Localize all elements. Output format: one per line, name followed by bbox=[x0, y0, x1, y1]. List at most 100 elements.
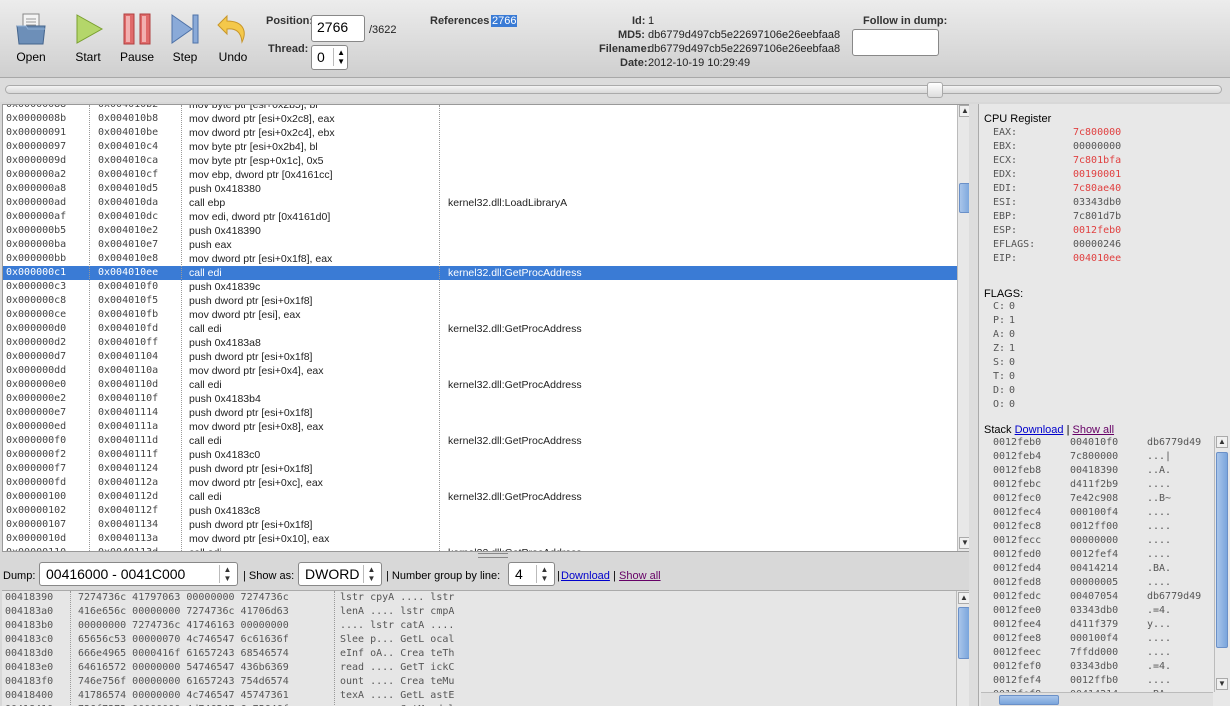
flag-row: P: 1 bbox=[993, 314, 1015, 328]
instruction-row[interactable]: 0x000000ba 0x004010e7 push eax bbox=[3, 238, 957, 252]
stack-ascii-cell: .... bbox=[1147, 535, 1172, 546]
instruction-row[interactable]: 0x000000e7 0x00401114 push dword ptr [esi+… bbox=[3, 406, 957, 420]
position-slider-bar bbox=[0, 78, 1230, 102]
stack-horizontal-scrollbar[interactable] bbox=[981, 692, 1213, 706]
stack-view: 0012feb0 004010f0 db6779d49 0012feb4 7c80000… bbox=[981, 436, 1213, 692]
pause-button[interactable]: Pause bbox=[113, 10, 161, 68]
register-name: EAX: bbox=[993, 127, 1018, 138]
reference-cell: kernel32.dll:GetProcAddress bbox=[448, 323, 582, 335]
dump-row: 004183d0 666e4965 0000416f 61657243 68546… bbox=[2, 647, 972, 661]
address-cell: 0x00401134 bbox=[98, 519, 159, 530]
instruction-cell: mov dword ptr [esi+0xc], eax bbox=[189, 477, 323, 489]
follow-in-dump-input[interactable] bbox=[852, 29, 939, 56]
instruction-row[interactable]: 0x000000d7 0x00401104 push dword ptr [esi+… bbox=[3, 350, 957, 364]
instruction-row[interactable]: 0x000000ad 0x004010da call ebp kernel32.dll… bbox=[3, 196, 957, 210]
stack-ascii-cell: db6779d49 bbox=[1147, 591, 1202, 602]
dump-range-select[interactable]: 00416000 - 0041C000 ▲ ▼ bbox=[39, 562, 238, 586]
follow-in-dump-label: Follow in dump: bbox=[863, 15, 948, 27]
splitter-handle[interactable] bbox=[478, 553, 508, 558]
address-cell: 0x004010cf bbox=[98, 169, 159, 180]
instruction-row[interactable]: 0x00000091 0x004010be mov dword ptr [esi+0… bbox=[3, 126, 957, 140]
dump-show-all-link[interactable]: Show all bbox=[619, 570, 661, 582]
undo-button[interactable]: Undo bbox=[209, 10, 257, 68]
references-value[interactable]: 2766 bbox=[491, 15, 518, 27]
instruction-row[interactable]: 0x0000008b 0x004010b8 mov dword ptr [esi+0… bbox=[3, 112, 957, 126]
stack-value-cell: 03343db0 bbox=[1070, 661, 1119, 672]
position-input[interactable]: 2766 bbox=[311, 15, 365, 42]
dump-address-cell: 00418400 bbox=[5, 690, 54, 701]
register-name: EIP: bbox=[993, 253, 1018, 264]
dump-row: 004183f0 746e756f 00000000 61657243 754d6… bbox=[2, 675, 972, 689]
instruction-row[interactable]: 0x000000ed 0x0040111a mov dword ptr [esi+0… bbox=[3, 420, 957, 434]
dump-hex-cell: 416e656c 00000000 7274736c 41706d63 bbox=[78, 606, 289, 617]
stack-address-cell: 0012fed4 bbox=[993, 563, 1042, 574]
dump-row: 00418390 7274736c 41797063 00000000 72747… bbox=[2, 591, 972, 605]
show-as-select[interactable]: DWORD ▲ ▼ bbox=[298, 562, 382, 586]
dump-ascii-cell: texA .... GetL astE bbox=[340, 690, 455, 701]
spinner-arrows-icon: ▲ ▼ bbox=[536, 565, 552, 583]
start-label: Start bbox=[75, 50, 101, 64]
stack-ascii-cell: .=4. bbox=[1147, 661, 1172, 672]
instruction-row[interactable]: 0x000000a8 0x004010d5 push 0x418380 bbox=[3, 182, 957, 196]
instruction-row[interactable]: 0x000000e2 0x0040110f push 0x4183b4 bbox=[3, 392, 957, 406]
stack-scroll-thumb[interactable] bbox=[1216, 452, 1228, 648]
reference-cell: kernel32.dll:GetProcAddress bbox=[448, 546, 582, 551]
instruction-row[interactable]: 0x000000a2 0x004010cf mov ebp, dword ptr [… bbox=[3, 168, 957, 182]
instruction-row[interactable]: 0x000000b5 0x004010e2 push 0x418390 bbox=[3, 224, 957, 238]
instruction-cell: push 0x4183c8 bbox=[189, 505, 261, 517]
separator: | bbox=[613, 570, 616, 582]
instruction-row[interactable]: 0x000000af 0x004010dc mov edi, dword ptr [… bbox=[3, 210, 957, 224]
instruction-row[interactable]: 0x00000110 0x0040113d call edi kernel32.dll… bbox=[3, 546, 957, 551]
instruction-row[interactable]: 0x000000f7 0x00401124 push dword ptr [esi+… bbox=[3, 462, 957, 476]
dump-address-cell: 004183a0 bbox=[5, 606, 54, 617]
instruction-row[interactable]: 0x000000dd 0x0040110a mov dword ptr [esi+0… bbox=[3, 364, 957, 378]
open-button[interactable]: Open bbox=[7, 10, 55, 68]
group-by-line-select[interactable]: 4 ▲ ▼ bbox=[508, 562, 555, 586]
references-label: References bbox=[430, 15, 490, 27]
flag-row: D: 0 bbox=[993, 384, 1015, 398]
stack-address-cell: 0012feb0 bbox=[993, 437, 1042, 448]
dump-download-link[interactable]: Download bbox=[561, 570, 610, 582]
scroll-up-icon[interactable]: ▲ bbox=[1216, 436, 1228, 448]
position-slider-thumb[interactable] bbox=[927, 82, 943, 98]
instruction-row[interactable]: 0x000000e0 0x0040110d call edi kernel32.dll… bbox=[3, 378, 957, 392]
instruction-row[interactable]: 0x000000f0 0x0040111d call edi kernel32.dll… bbox=[3, 434, 957, 448]
instruction-row[interactable]: 0x000000c3 0x004010f0 push 0x41839c bbox=[3, 280, 957, 294]
instruction-row[interactable]: 0x00000100 0x0040112d call edi kernel32.dll… bbox=[3, 490, 957, 504]
instruction-row[interactable]: 0x000000c8 0x004010f5 push dword ptr [esi+… bbox=[3, 294, 957, 308]
address-cell: 0x004010e2 bbox=[98, 225, 159, 236]
instruction-row[interactable]: 0x000000d0 0x004010fd call edi kernel32.dll… bbox=[3, 322, 957, 336]
instruction-row[interactable]: 0x00000102 0x0040112f push 0x4183c8 bbox=[3, 504, 957, 518]
stack-scrollbar[interactable]: ▲ ▼ bbox=[1214, 436, 1229, 692]
stack-download-link[interactable]: Download bbox=[1015, 424, 1064, 436]
instruction-row[interactable]: 0x00000107 0x00401134 push dword ptr [esi+… bbox=[3, 518, 957, 532]
instruction-row[interactable]: 0x000000c1 0x004010ee call edi kernel32.dll… bbox=[3, 266, 957, 280]
stack-title: Stack bbox=[984, 424, 1012, 436]
thread-select[interactable]: 0 ▲ ▼ bbox=[311, 45, 348, 70]
instruction-row[interactable]: 0x0000009d 0x004010ca mov byte ptr [esp+0x… bbox=[3, 154, 957, 168]
address-cell: 0x00401124 bbox=[98, 463, 159, 474]
md5-value: db6779d497cb5e22697106e26eebfaa8 bbox=[648, 29, 841, 41]
instruction-row[interactable]: 0x000000d2 0x004010ff push 0x4183a8 bbox=[3, 336, 957, 350]
instruction-row[interactable]: 0x000000fd 0x0040112a mov dword ptr [esi+0… bbox=[3, 476, 957, 490]
position-slider-track[interactable] bbox=[5, 85, 1222, 94]
stack-show-all-link[interactable]: Show all bbox=[1072, 424, 1114, 436]
instruction-row[interactable]: 0x00000097 0x004010c4 mov byte ptr [esi+0x… bbox=[3, 140, 957, 154]
instruction-row[interactable]: 0x000000bb 0x004010e8 mov dword ptr [esi+0… bbox=[3, 252, 957, 266]
registers-scrollbar[interactable] bbox=[969, 104, 978, 706]
instruction-row[interactable]: 0x000000f2 0x0040111f push 0x4183c0 bbox=[3, 448, 957, 462]
stack-ascii-cell: y... bbox=[1147, 619, 1172, 630]
instruction-row[interactable]: 0x0000010d 0x0040113a mov dword ptr [esi+0… bbox=[3, 532, 957, 546]
instruction-cell: mov byte ptr [esi+0x2b4], bl bbox=[189, 141, 318, 153]
flag-name: S: bbox=[993, 357, 1006, 368]
scroll-down-icon[interactable]: ▼ bbox=[1216, 678, 1228, 690]
column-divider bbox=[181, 105, 182, 551]
offset-cell: 0x000000a2 bbox=[6, 169, 67, 180]
start-button[interactable]: Start bbox=[64, 10, 112, 68]
instruction-row[interactable]: 0x00000088 0x004010b2 mov byte ptr [esi+0x… bbox=[3, 105, 957, 112]
instruction-cell: mov dword ptr [esi+0x2c4], ebx bbox=[189, 127, 335, 139]
dump-ascii-cell: lenA .... lstr cmpA bbox=[340, 606, 455, 617]
step-button[interactable]: Step bbox=[161, 10, 209, 68]
stack-hscroll-thumb[interactable] bbox=[999, 695, 1059, 705]
instruction-row[interactable]: 0x000000ce 0x004010fb mov dword ptr [esi],… bbox=[3, 308, 957, 322]
